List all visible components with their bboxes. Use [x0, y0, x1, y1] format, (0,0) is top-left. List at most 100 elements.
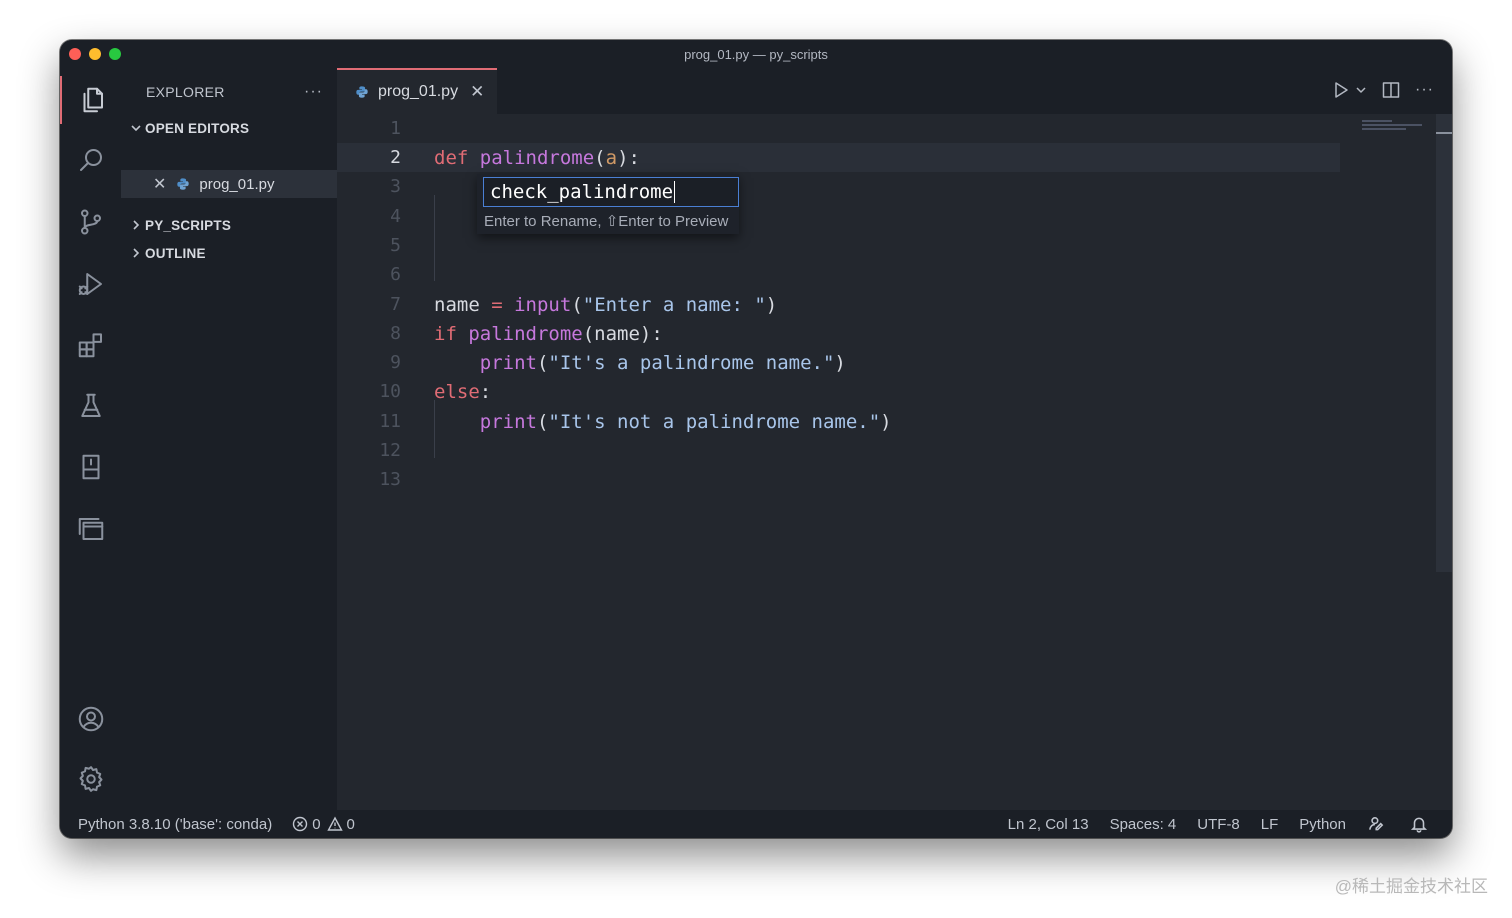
code-text: print("It's a palindrome name.")	[479, 351, 846, 374]
account-icon[interactable]	[60, 695, 121, 743]
section-open-editors[interactable]: OPEN EDITORS	[121, 116, 337, 140]
text-caret	[674, 181, 676, 203]
search-icon[interactable]	[60, 136, 121, 184]
line-number: 13	[379, 469, 401, 490]
window-title: prog_01.py — py_scripts	[684, 46, 828, 62]
code-editor[interactable]: 1 2 def palindrome(a): 3 4 5 6 7 name = …	[337, 114, 1452, 810]
warning-count: 0	[346, 815, 355, 833]
close-editor-icon[interactable]: ✕	[153, 174, 166, 194]
line-number: 6	[390, 264, 401, 285]
code-line: 13	[337, 465, 1340, 494]
editor-group: prog_01.py ✕ ··· 1 2 def palindrome(a): …	[337, 68, 1452, 810]
line-number: 7	[390, 294, 401, 315]
status-bar: Python 3.8.10 ('base': conda) 0 0 Ln 2, …	[60, 810, 1452, 838]
rename-input-value: check_palindrome	[490, 181, 674, 203]
source-control-icon[interactable]	[60, 198, 121, 246]
problems-status[interactable]: 0 0	[292, 816, 355, 833]
explorer-title: EXPLORER	[146, 84, 225, 100]
code-line: 5	[337, 231, 1340, 260]
chevron-right-icon	[127, 247, 145, 259]
section-py-scripts[interactable]: PY_SCRIPTS	[121, 213, 337, 237]
minimap[interactable]	[1362, 120, 1430, 138]
code-text: def palindrome(a):	[434, 146, 640, 169]
cursor-position-status[interactable]: Ln 2, Col 13	[1008, 816, 1089, 833]
run-python-file-icon[interactable]	[1331, 80, 1351, 100]
error-count: 0	[312, 815, 321, 833]
settings-gear-icon[interactable]	[60, 755, 121, 803]
python-interpreter-status[interactable]: Python 3.8.10 ('base': conda)	[78, 816, 272, 833]
title-bar: prog_01.py — py_scripts	[60, 40, 1452, 68]
line-number: 4	[390, 206, 401, 227]
run-debug-icon[interactable]	[60, 260, 121, 308]
code-line: 12	[337, 436, 1340, 465]
tab-prog-01[interactable]: prog_01.py ✕	[337, 68, 497, 114]
panel-icon[interactable]	[60, 505, 121, 553]
close-tab-icon[interactable]: ✕	[470, 82, 484, 102]
rename-hint: Enter to Rename, ⇧Enter to Preview	[484, 213, 729, 230]
notifications-bell-icon[interactable]	[1410, 815, 1428, 833]
encoding-status[interactable]: UTF-8	[1197, 816, 1240, 833]
tab-bar: prog_01.py ✕ ···	[337, 68, 1452, 114]
minimize-window-button[interactable]	[89, 48, 101, 60]
scrollbar-cursor-marker	[1436, 132, 1452, 134]
section-outline[interactable]: OUTLINE	[121, 241, 337, 265]
chevron-down-icon[interactable]	[1355, 84, 1367, 96]
scrollbar-thumb[interactable]	[1436, 114, 1452, 572]
explorer-more-actions-button[interactable]: ···	[304, 83, 323, 101]
indentation-status[interactable]: Spaces: 4	[1110, 816, 1177, 833]
open-editor-filename: prog_01.py	[199, 175, 275, 193]
chevron-down-icon	[127, 122, 145, 134]
line-number: 9	[390, 352, 401, 373]
remote-explorer-icon[interactable]	[60, 443, 121, 491]
line-number: 1	[390, 118, 401, 139]
code-line: 8 if palindrome(name):	[337, 319, 1340, 348]
window-controls	[69, 48, 121, 60]
section-label: OUTLINE	[145, 245, 206, 261]
code-line: 11 print("It's not a palindrome name.")	[337, 407, 1340, 436]
more-actions-button[interactable]: ···	[1415, 81, 1434, 99]
testing-icon[interactable]	[60, 382, 121, 430]
error-icon	[292, 816, 308, 832]
activity-bar	[60, 68, 121, 810]
python-file-icon	[177, 178, 190, 190]
language-mode-status[interactable]: Python	[1299, 816, 1346, 833]
line-number: 5	[390, 235, 401, 256]
eol-status[interactable]: LF	[1261, 816, 1279, 833]
code-line: 7 name = input("Enter a name: ")	[337, 290, 1340, 319]
section-label: OPEN EDITORS	[145, 120, 250, 136]
editor-actions: ···	[1331, 80, 1434, 100]
maximize-window-button[interactable]	[109, 48, 121, 60]
code-line: 1	[337, 114, 1340, 143]
explorer-icon[interactable]	[60, 76, 121, 124]
section-label: PY_SCRIPTS	[145, 217, 232, 233]
code-text: name = input("Enter a name: ")	[434, 293, 778, 316]
code-line: 9 print("It's a palindrome name.")	[337, 348, 1340, 377]
code-line-current: 2 def palindrome(a):	[337, 143, 1340, 172]
line-number: 3	[390, 176, 401, 197]
line-number: 8	[390, 323, 401, 344]
code-text: print("It's not a palindrome name.")	[479, 410, 892, 433]
extensions-icon[interactable]	[60, 321, 121, 369]
chevron-right-icon	[127, 219, 145, 231]
watermark: @稀土掘金技术社区	[1334, 877, 1488, 896]
code-text: else:	[434, 380, 492, 403]
rename-widget: check_palindrome Enter to Rename, ⇧Enter…	[477, 174, 739, 234]
tab-label: prog_01.py	[378, 83, 459, 100]
open-editor-item[interactable]: ✕ prog_01.py	[121, 170, 337, 198]
explorer-header: EXPLORER ···	[146, 83, 323, 101]
line-number: 10	[379, 381, 401, 402]
line-number: 2	[390, 147, 401, 168]
line-number: 12	[379, 440, 401, 461]
warning-icon	[326, 816, 343, 831]
rename-input[interactable]: check_palindrome	[483, 177, 739, 207]
feedback-icon[interactable]	[1367, 815, 1385, 833]
vscode-window: prog_01.py — py_scripts EXPLORER ··· OPE…	[60, 40, 1452, 838]
vertical-scrollbar[interactable]	[1436, 114, 1452, 810]
explorer-sidebar: EXPLORER ··· OPEN EDITORS ✕ prog_01.py P…	[121, 68, 337, 810]
split-editor-icon[interactable]	[1381, 80, 1401, 100]
line-number: 11	[379, 411, 401, 432]
close-window-button[interactable]	[69, 48, 81, 60]
code-line: 6	[337, 260, 1340, 289]
code-line: 10 else:	[337, 377, 1340, 406]
code-text: if palindrome(name):	[434, 322, 663, 345]
